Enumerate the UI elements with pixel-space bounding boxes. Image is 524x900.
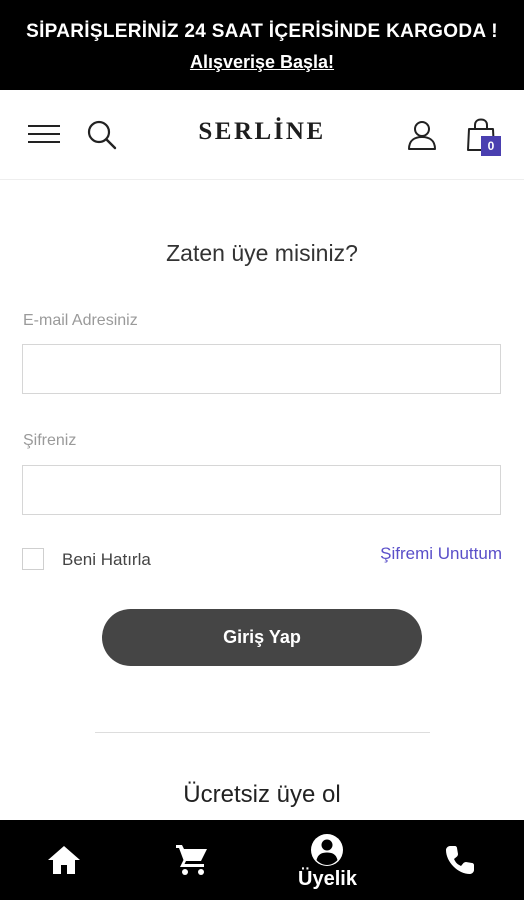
home-icon [48, 846, 80, 874]
nav-phone[interactable] [393, 820, 524, 900]
nav-account[interactable]: Üyelik [262, 820, 393, 900]
promo-cta-link[interactable]: Alışverişe Başla! [0, 52, 524, 73]
bottom-navigation: Üyelik [0, 820, 524, 900]
brand-logo[interactable]: SERLİNE [0, 118, 524, 146]
phone-icon [446, 846, 474, 874]
section-divider [95, 732, 430, 733]
cart-count-badge: 0 [481, 136, 501, 156]
password-label: Şifreniz [23, 432, 77, 449]
promo-banner: SİPARİŞLERİNİZ 24 SAAT İÇERİSİNDE KARGOD… [0, 0, 524, 90]
password-field[interactable] [22, 465, 501, 515]
nav-account-label: Üyelik [298, 868, 357, 890]
forgot-password-link[interactable]: Şifremi Unuttum [380, 544, 502, 564]
remember-me-label[interactable]: Beni Hatırla [62, 550, 151, 570]
account-circle-icon [311, 834, 343, 866]
email-field[interactable] [22, 344, 501, 394]
nav-cart[interactable] [131, 820, 262, 900]
promo-headline: SİPARİŞLERİNİZ 24 SAAT İÇERİSİNDE KARGOD… [26, 21, 498, 42]
login-button[interactable]: Giriş Yap [102, 609, 422, 666]
user-icon[interactable] [406, 119, 438, 151]
nav-home[interactable] [0, 820, 131, 900]
cart-icon [176, 845, 207, 875]
register-title: Ücretsiz üye ol [183, 781, 341, 808]
remember-me-checkbox[interactable] [22, 548, 44, 570]
email-label: E-mail Adresiniz [23, 312, 138, 329]
login-title: Zaten üye misiniz? [166, 240, 358, 266]
site-header: SERLİNE [0, 90, 524, 180]
